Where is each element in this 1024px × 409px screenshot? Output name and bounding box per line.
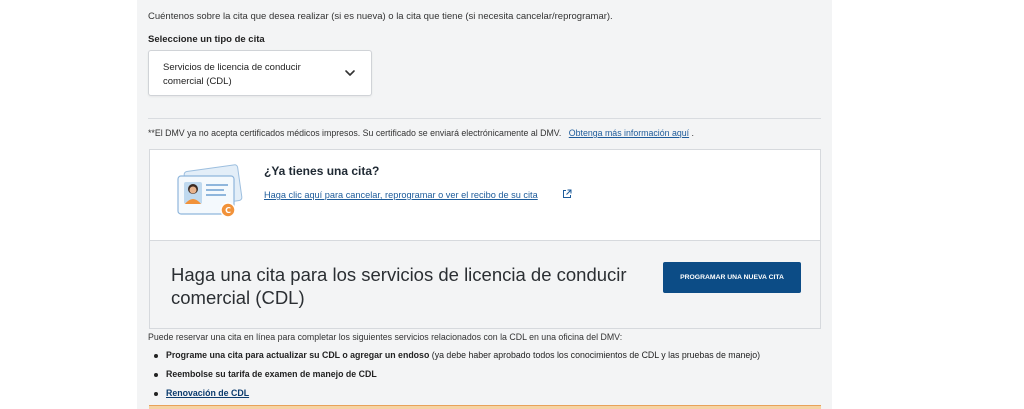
external-link-icon — [563, 189, 572, 198]
service-refund-title: Reembolse su tarifa de examen de manejo … — [166, 369, 377, 379]
more-info-link[interactable]: Obtenga más información aquí — [569, 128, 689, 138]
appointment-type-value: Servicios de licencia de conducir comerc… — [163, 62, 301, 87]
intro-text: Cuéntenos sobre la cita que desea realiz… — [148, 11, 613, 22]
divider — [148, 118, 821, 119]
list-item: Reembolse su tarifa de examen de manejo … — [152, 365, 760, 384]
schedule-card: Haga una cita para los servicios de lice… — [149, 241, 821, 329]
chevron-down-icon — [345, 70, 355, 76]
service-upgrade-title: Programe una cita para actualizar su CDL… — [166, 350, 430, 360]
schedule-heading: Haga una cita para los servicios de lice… — [171, 264, 627, 308]
services-list: Programe una cita para actualizar su CDL… — [152, 346, 760, 403]
list-item: Programe una cita para actualizar su CDL… — [152, 346, 760, 365]
medical-certificate-notice: **El DMV ya no acepta certificados médic… — [148, 128, 694, 138]
list-item: Renovación de CDL — [152, 384, 760, 403]
schedule-new-appointment-button[interactable]: PROGRAMAR UNA NUEVA CITA — [663, 262, 801, 293]
appointment-type-select[interactable]: Servicios de licencia de conducir comerc… — [148, 50, 372, 96]
appointment-type-label: Seleccione un tipo de cita — [148, 34, 265, 45]
cdl-renewal-link[interactable]: Renovación de CDL — [166, 388, 249, 398]
license-card-illustration: C — [177, 164, 243, 218]
notice-suffix: . — [691, 128, 694, 138]
existing-appointment-title: ¿Ya tienes una cita? — [264, 164, 380, 178]
manage-appointment-link[interactable]: Haga clic aquí para cancelar, reprograma… — [264, 190, 538, 200]
service-upgrade-note: (ya debe haber aprobado todos los conoci… — [429, 350, 761, 360]
svg-text:C: C — [225, 206, 231, 215]
notice-text: **El DMV ya no acepta certificados médic… — [148, 128, 562, 138]
alert-box-edge — [149, 405, 821, 409]
existing-appointment-card: C ¿Ya tienes una cita? Haga clic aquí pa… — [149, 149, 821, 241]
reserve-text: Puede reservar una cita en línea para co… — [148, 332, 623, 342]
